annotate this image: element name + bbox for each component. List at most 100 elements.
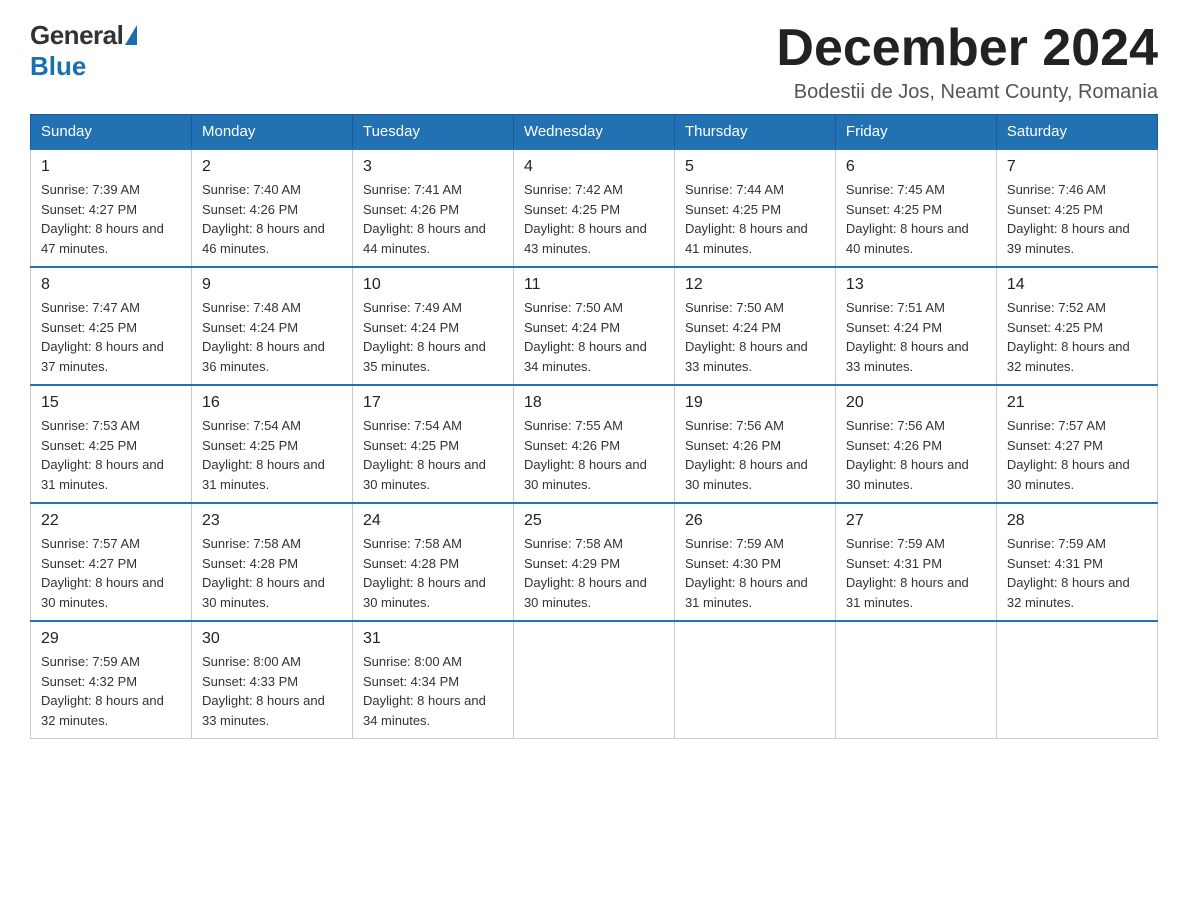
day-info: Sunrise: 7:58 AM Sunset: 4:28 PM Dayligh… (202, 534, 342, 612)
calendar-cell: 7 Sunrise: 7:46 AM Sunset: 4:25 PM Dayli… (996, 149, 1157, 267)
day-number: 17 (363, 394, 503, 412)
calendar-cell: 8 Sunrise: 7:47 AM Sunset: 4:25 PM Dayli… (31, 267, 192, 385)
calendar-cell (674, 621, 835, 739)
logo-general-text: General (30, 20, 123, 51)
calendar-cell: 23 Sunrise: 7:58 AM Sunset: 4:28 PM Dayl… (191, 503, 352, 621)
calendar-cell: 31 Sunrise: 8:00 AM Sunset: 4:34 PM Dayl… (352, 621, 513, 739)
day-info: Sunrise: 7:49 AM Sunset: 4:24 PM Dayligh… (363, 298, 503, 376)
page-header: General Blue December 2024 Bodestii de J… (30, 20, 1158, 104)
calendar-week-row: 29 Sunrise: 7:59 AM Sunset: 4:32 PM Dayl… (31, 621, 1158, 739)
day-number: 13 (846, 276, 986, 294)
calendar-cell: 1 Sunrise: 7:39 AM Sunset: 4:27 PM Dayli… (31, 149, 192, 267)
calendar-cell: 18 Sunrise: 7:55 AM Sunset: 4:26 PM Dayl… (513, 385, 674, 503)
weekday-header-tuesday: Tuesday (352, 115, 513, 150)
day-number: 29 (41, 630, 181, 648)
logo: General Blue (30, 20, 137, 82)
day-info: Sunrise: 7:46 AM Sunset: 4:25 PM Dayligh… (1007, 180, 1147, 258)
day-info: Sunrise: 7:54 AM Sunset: 4:25 PM Dayligh… (202, 416, 342, 494)
calendar-cell: 16 Sunrise: 7:54 AM Sunset: 4:25 PM Dayl… (191, 385, 352, 503)
day-info: Sunrise: 7:55 AM Sunset: 4:26 PM Dayligh… (524, 416, 664, 494)
day-number: 7 (1007, 158, 1147, 176)
day-number: 31 (363, 630, 503, 648)
calendar-cell: 26 Sunrise: 7:59 AM Sunset: 4:30 PM Dayl… (674, 503, 835, 621)
title-block: December 2024 Bodestii de Jos, Neamt Cou… (776, 20, 1158, 104)
calendar-cell (835, 621, 996, 739)
day-info: Sunrise: 7:50 AM Sunset: 4:24 PM Dayligh… (685, 298, 825, 376)
day-number: 3 (363, 158, 503, 176)
day-number: 15 (41, 394, 181, 412)
calendar-cell: 19 Sunrise: 7:56 AM Sunset: 4:26 PM Dayl… (674, 385, 835, 503)
calendar-header-row: SundayMondayTuesdayWednesdayThursdayFrid… (31, 115, 1158, 150)
day-number: 12 (685, 276, 825, 294)
calendar-cell: 3 Sunrise: 7:41 AM Sunset: 4:26 PM Dayli… (352, 149, 513, 267)
day-number: 21 (1007, 394, 1147, 412)
day-number: 18 (524, 394, 664, 412)
day-number: 27 (846, 512, 986, 530)
day-info: Sunrise: 7:59 AM Sunset: 4:31 PM Dayligh… (846, 534, 986, 612)
day-number: 25 (524, 512, 664, 530)
day-info: Sunrise: 7:59 AM Sunset: 4:31 PM Dayligh… (1007, 534, 1147, 612)
day-info: Sunrise: 7:59 AM Sunset: 4:30 PM Dayligh… (685, 534, 825, 612)
day-number: 30 (202, 630, 342, 648)
day-number: 10 (363, 276, 503, 294)
calendar-cell: 4 Sunrise: 7:42 AM Sunset: 4:25 PM Dayli… (513, 149, 674, 267)
day-info: Sunrise: 7:40 AM Sunset: 4:26 PM Dayligh… (202, 180, 342, 258)
day-number: 20 (846, 394, 986, 412)
day-number: 4 (524, 158, 664, 176)
day-info: Sunrise: 7:57 AM Sunset: 4:27 PM Dayligh… (41, 534, 181, 612)
day-info: Sunrise: 7:41 AM Sunset: 4:26 PM Dayligh… (363, 180, 503, 258)
day-number: 14 (1007, 276, 1147, 294)
day-number: 24 (363, 512, 503, 530)
day-number: 9 (202, 276, 342, 294)
calendar-table: SundayMondayTuesdayWednesdayThursdayFrid… (30, 114, 1158, 739)
day-info: Sunrise: 7:47 AM Sunset: 4:25 PM Dayligh… (41, 298, 181, 376)
day-info: Sunrise: 7:44 AM Sunset: 4:25 PM Dayligh… (685, 180, 825, 258)
weekday-header-saturday: Saturday (996, 115, 1157, 150)
calendar-cell: 9 Sunrise: 7:48 AM Sunset: 4:24 PM Dayli… (191, 267, 352, 385)
calendar-cell: 12 Sunrise: 7:50 AM Sunset: 4:24 PM Dayl… (674, 267, 835, 385)
calendar-cell: 11 Sunrise: 7:50 AM Sunset: 4:24 PM Dayl… (513, 267, 674, 385)
calendar-cell: 29 Sunrise: 7:59 AM Sunset: 4:32 PM Dayl… (31, 621, 192, 739)
day-number: 2 (202, 158, 342, 176)
day-info: Sunrise: 7:45 AM Sunset: 4:25 PM Dayligh… (846, 180, 986, 258)
month-title: December 2024 (776, 20, 1158, 77)
calendar-cell: 20 Sunrise: 7:56 AM Sunset: 4:26 PM Dayl… (835, 385, 996, 503)
calendar-cell: 22 Sunrise: 7:57 AM Sunset: 4:27 PM Dayl… (31, 503, 192, 621)
day-info: Sunrise: 7:39 AM Sunset: 4:27 PM Dayligh… (41, 180, 181, 258)
day-info: Sunrise: 7:54 AM Sunset: 4:25 PM Dayligh… (363, 416, 503, 494)
day-info: Sunrise: 7:51 AM Sunset: 4:24 PM Dayligh… (846, 298, 986, 376)
day-number: 22 (41, 512, 181, 530)
calendar-cell: 25 Sunrise: 7:58 AM Sunset: 4:29 PM Dayl… (513, 503, 674, 621)
day-number: 1 (41, 158, 181, 176)
calendar-cell: 6 Sunrise: 7:45 AM Sunset: 4:25 PM Dayli… (835, 149, 996, 267)
calendar-week-row: 8 Sunrise: 7:47 AM Sunset: 4:25 PM Dayli… (31, 267, 1158, 385)
logo-blue-text: Blue (30, 51, 86, 82)
day-number: 8 (41, 276, 181, 294)
calendar-cell: 14 Sunrise: 7:52 AM Sunset: 4:25 PM Dayl… (996, 267, 1157, 385)
day-info: Sunrise: 7:56 AM Sunset: 4:26 PM Dayligh… (685, 416, 825, 494)
weekday-header-monday: Monday (191, 115, 352, 150)
day-info: Sunrise: 7:52 AM Sunset: 4:25 PM Dayligh… (1007, 298, 1147, 376)
calendar-cell (996, 621, 1157, 739)
calendar-cell: 30 Sunrise: 8:00 AM Sunset: 4:33 PM Dayl… (191, 621, 352, 739)
day-info: Sunrise: 7:50 AM Sunset: 4:24 PM Dayligh… (524, 298, 664, 376)
location-subtitle: Bodestii de Jos, Neamt County, Romania (776, 81, 1158, 104)
day-info: Sunrise: 7:53 AM Sunset: 4:25 PM Dayligh… (41, 416, 181, 494)
calendar-cell: 21 Sunrise: 7:57 AM Sunset: 4:27 PM Dayl… (996, 385, 1157, 503)
day-info: Sunrise: 7:58 AM Sunset: 4:29 PM Dayligh… (524, 534, 664, 612)
day-info: Sunrise: 7:56 AM Sunset: 4:26 PM Dayligh… (846, 416, 986, 494)
calendar-cell: 10 Sunrise: 7:49 AM Sunset: 4:24 PM Dayl… (352, 267, 513, 385)
weekday-header-wednesday: Wednesday (513, 115, 674, 150)
weekday-header-friday: Friday (835, 115, 996, 150)
weekday-header-thursday: Thursday (674, 115, 835, 150)
calendar-cell: 13 Sunrise: 7:51 AM Sunset: 4:24 PM Dayl… (835, 267, 996, 385)
day-number: 28 (1007, 512, 1147, 530)
day-info: Sunrise: 7:58 AM Sunset: 4:28 PM Dayligh… (363, 534, 503, 612)
day-number: 11 (524, 276, 664, 294)
calendar-cell: 15 Sunrise: 7:53 AM Sunset: 4:25 PM Dayl… (31, 385, 192, 503)
day-number: 26 (685, 512, 825, 530)
day-number: 23 (202, 512, 342, 530)
day-info: Sunrise: 7:57 AM Sunset: 4:27 PM Dayligh… (1007, 416, 1147, 494)
logo-triangle-icon (125, 25, 137, 45)
weekday-header-sunday: Sunday (31, 115, 192, 150)
